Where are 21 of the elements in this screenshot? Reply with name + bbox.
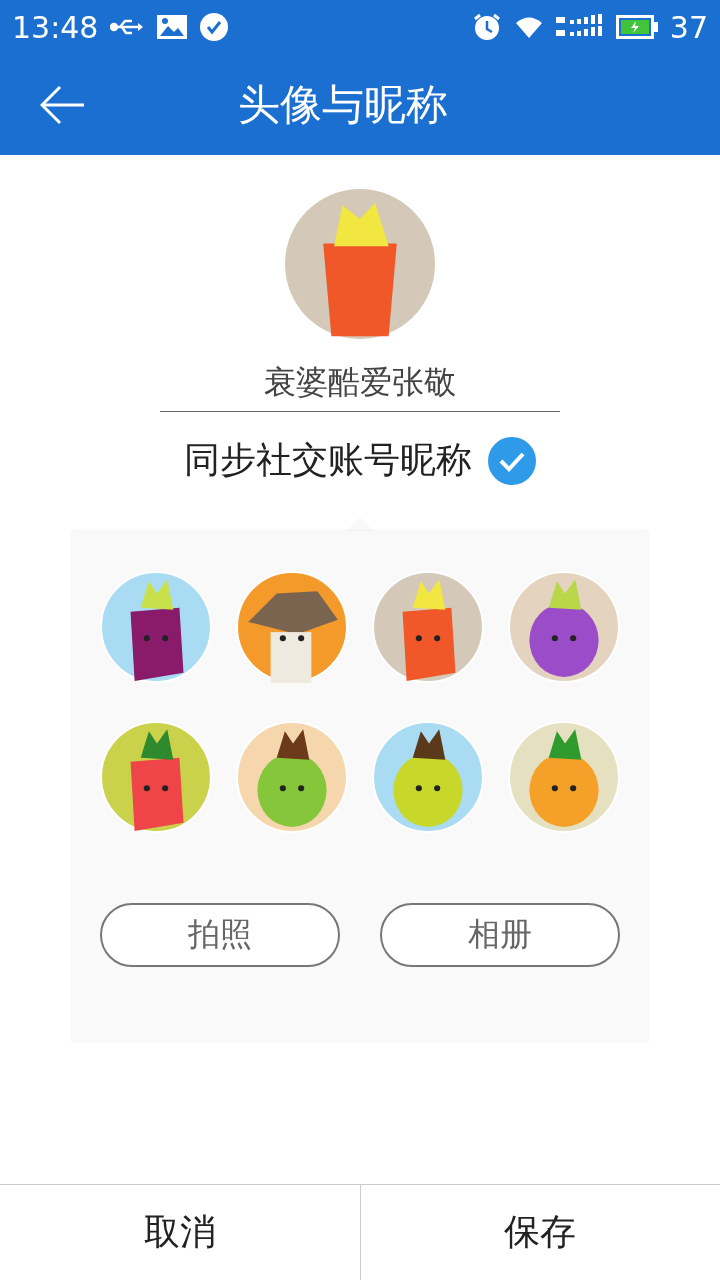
nickname-field[interactable]: 衰婆酷爱张敬 bbox=[160, 361, 560, 412]
photo-source-button[interactable]: 拍照 bbox=[100, 903, 340, 967]
alarm-icon bbox=[471, 12, 502, 42]
wifi-icon bbox=[513, 15, 544, 39]
sync-label: 同步社交账号昵称 bbox=[184, 438, 472, 482]
avatar-option[interactable] bbox=[100, 721, 212, 833]
photo-source-button[interactable]: 相册 bbox=[380, 903, 620, 967]
usb-icon bbox=[110, 17, 145, 37]
avatar-image[interactable] bbox=[285, 189, 435, 339]
sync-checkbox[interactable] bbox=[488, 436, 536, 485]
status-time: 13:48 bbox=[12, 9, 99, 45]
battery-icon bbox=[615, 15, 658, 39]
image-icon bbox=[156, 14, 189, 40]
avatar-option[interactable] bbox=[100, 571, 212, 683]
avatar-option[interactable] bbox=[236, 721, 348, 833]
avatar-option[interactable] bbox=[372, 721, 484, 833]
avatar-option[interactable] bbox=[508, 571, 620, 683]
check-circle-icon bbox=[200, 13, 229, 41]
battery-percent: 37 bbox=[669, 9, 708, 45]
avatar-option[interactable] bbox=[236, 571, 348, 683]
page-title: 头像与昵称 bbox=[238, 78, 448, 131]
